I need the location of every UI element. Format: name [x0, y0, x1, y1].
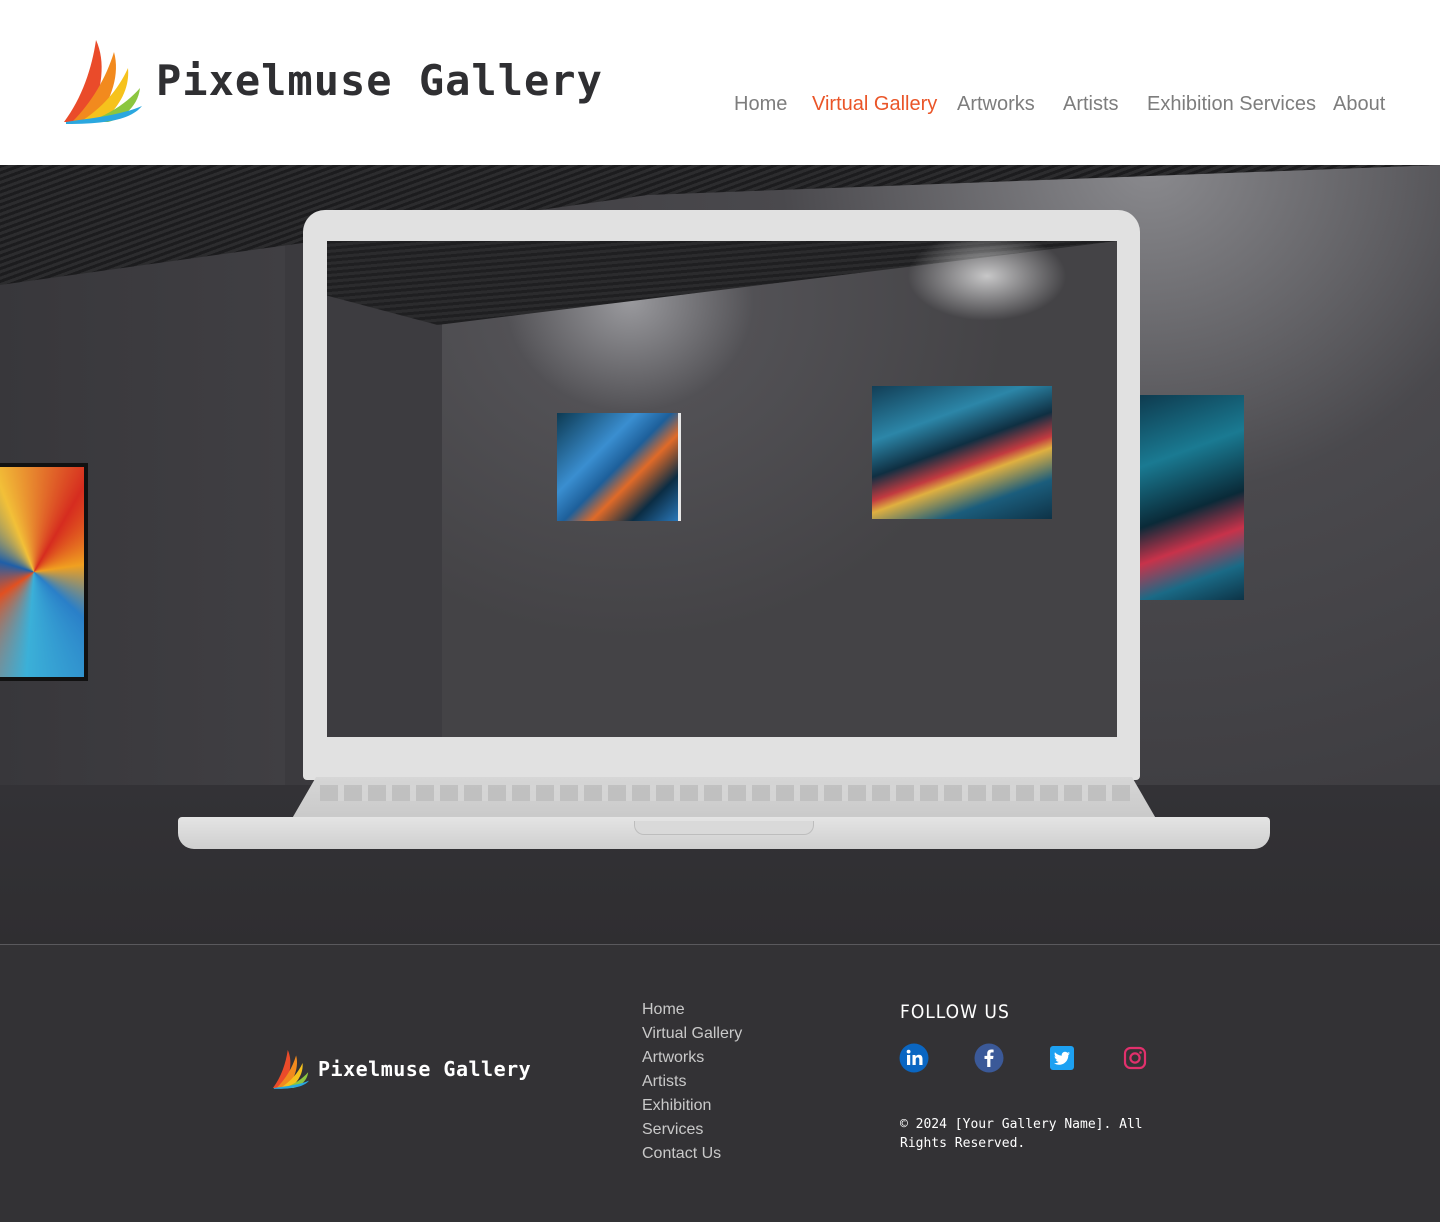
flame-logo-icon: [272, 1050, 310, 1089]
site-footer: Pixelmuse Gallery Home Virtual Gallery A…: [0, 944, 1440, 1222]
copyright-text: © 2024 [Your Gallery Name]. All Rights R…: [900, 1117, 1143, 1151]
footer-link-exhibition[interactable]: Exhibition: [642, 1094, 742, 1118]
main-nav: Home Virtual Gallery Artworks Artists Ex…: [0, 92, 1440, 118]
site-header: Pixelmuse Gallery Home Virtual Gallery A…: [0, 0, 1440, 165]
footer-link-services[interactable]: Services: [642, 1118, 742, 1142]
footer-link-contact-us[interactable]: Contact Us: [642, 1142, 742, 1166]
artwork-right: [1138, 395, 1244, 600]
artwork-left: [0, 463, 88, 681]
screen-artwork-2: [872, 386, 1052, 519]
footer-link-home[interactable]: Home: [642, 998, 742, 1022]
nav-artists[interactable]: Artists: [1063, 92, 1119, 116]
footer-links: Home Virtual Gallery Artworks Artists Ex…: [642, 998, 742, 1166]
footer-link-artists[interactable]: Artists: [642, 1070, 742, 1094]
facebook-icon[interactable]: [974, 1043, 1004, 1073]
nav-exhibition-services[interactable]: Exhibition Services: [1147, 92, 1316, 116]
screen-left-wall: [327, 296, 442, 737]
instagram-icon[interactable]: [1120, 1043, 1150, 1073]
footer-link-virtual-gallery[interactable]: Virtual Gallery: [642, 1022, 742, 1046]
laptop-screen: [327, 241, 1117, 737]
nav-about[interactable]: About: [1333, 92, 1385, 116]
virtual-gallery-hero: [0, 165, 1440, 944]
footer-brand-name: Pixelmuse Gallery: [318, 1057, 532, 1081]
screen-artwork-1: [557, 413, 681, 521]
laptop-keys: [320, 785, 1130, 801]
twitter-icon[interactable]: [1047, 1043, 1077, 1073]
nav-home[interactable]: Home: [734, 92, 787, 116]
laptop-notch: [634, 821, 814, 835]
screen-spotlight: [907, 241, 1067, 321]
linkedin-icon[interactable]: [899, 1043, 929, 1073]
footer-brand-logo[interactable]: Pixelmuse Gallery: [272, 1049, 531, 1089]
nav-virtual-gallery[interactable]: Virtual Gallery: [812, 92, 937, 116]
footer-link-artworks[interactable]: Artworks: [642, 1046, 742, 1070]
follow-us-heading: FOLLOW US: [900, 1001, 1010, 1023]
nav-artworks[interactable]: Artworks: [957, 92, 1035, 116]
